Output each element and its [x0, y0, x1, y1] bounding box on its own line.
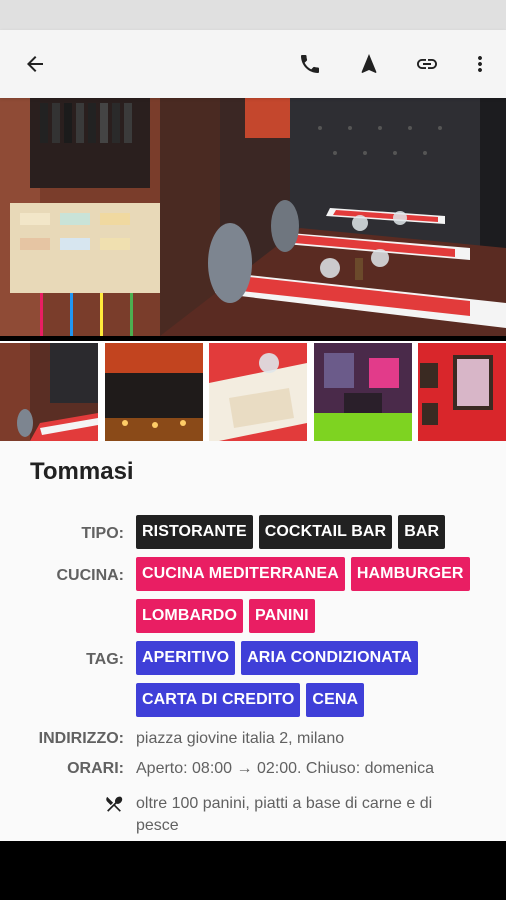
cucina-label: CUCINA:	[56, 567, 124, 584]
photo-thumbnail-3[interactable]	[209, 343, 307, 441]
chip-cucina[interactable]: CUCINA MEDITERRANEA	[136, 557, 345, 591]
restaurant-name: Tommasi	[30, 458, 134, 485]
more-options-button[interactable]	[460, 44, 500, 84]
navigation-arrow-icon	[361, 54, 377, 73]
status-bar	[0, 0, 506, 30]
indirizzo-label: INDIRIZZO:	[38, 730, 124, 747]
tipo-label: TIPO:	[81, 525, 124, 542]
chip-tag[interactable]: ARIA CONDIZIONATA	[241, 641, 419, 675]
photo-thumbnail-1[interactable]	[0, 343, 98, 441]
thumbnail-image	[209, 343, 307, 441]
thumbnail-image	[105, 343, 203, 441]
chip-tipo[interactable]: COCKTAIL BAR	[258, 515, 393, 549]
call-button[interactable]	[290, 44, 330, 84]
chip-tipo[interactable]: RISTORANTE	[136, 515, 253, 549]
more-vert-icon	[478, 56, 482, 72]
thumbnail-image	[418, 343, 506, 441]
address-value[interactable]: piazza giovine italia 2, milano	[136, 730, 344, 748]
thumbnail-image	[314, 343, 412, 441]
photo-thumbnail-5[interactable]	[418, 343, 506, 441]
navigate-button[interactable]	[349, 44, 389, 84]
chip-tag[interactable]: CARTA DI CREDITO	[136, 683, 301, 717]
restaurant-icon	[104, 794, 124, 814]
chip-tipo[interactable]: BAR	[398, 515, 446, 549]
restaurant-interior-image	[0, 98, 506, 336]
description-text: oltre 100 panini, piatti a base di carne…	[136, 795, 433, 834]
link-icon	[417, 59, 437, 69]
cucina-chips: CUCINA MEDITERRANEA HAMBURGER LOMBARDO P…	[136, 557, 476, 633]
phone-icon	[301, 55, 319, 73]
app-bar	[0, 30, 506, 98]
photo-thumbnail-strip	[0, 341, 506, 441]
opening-hours-value: Aperto: 08:00 → 02:00. Chiuso: domenica	[136, 760, 434, 777]
chip-tag[interactable]: CENA	[306, 683, 365, 717]
system-navigation-bar	[0, 841, 506, 900]
chip-tag[interactable]: APERITIVO	[136, 641, 236, 675]
chip-cucina[interactable]: LOMBARDO	[136, 599, 244, 633]
back-button[interactable]	[15, 44, 55, 84]
chip-cucina[interactable]: PANINI	[249, 599, 315, 633]
hero-photo[interactable]	[0, 98, 506, 336]
chip-cucina[interactable]: HAMBURGER	[350, 557, 470, 591]
tipo-chips: RISTORANTE COCKTAIL BAR BAR	[136, 515, 476, 549]
link-button[interactable]	[407, 44, 447, 84]
tag-label: TAG:	[86, 651, 124, 668]
thumbnail-image	[0, 343, 98, 441]
tag-chips: APERITIVO ARIA CONDIZIONATA CARTA DI CRE…	[136, 641, 476, 717]
details-panel: Tommasi TIPO: RISTORANTE COCKTAIL BAR BA…	[0, 441, 506, 841]
photo-thumbnail-2[interactable]	[105, 343, 203, 441]
orari-label: ORARI:	[67, 760, 124, 777]
photo-thumbnail-4[interactable]	[314, 343, 412, 441]
arrow-back-icon	[27, 56, 43, 72]
